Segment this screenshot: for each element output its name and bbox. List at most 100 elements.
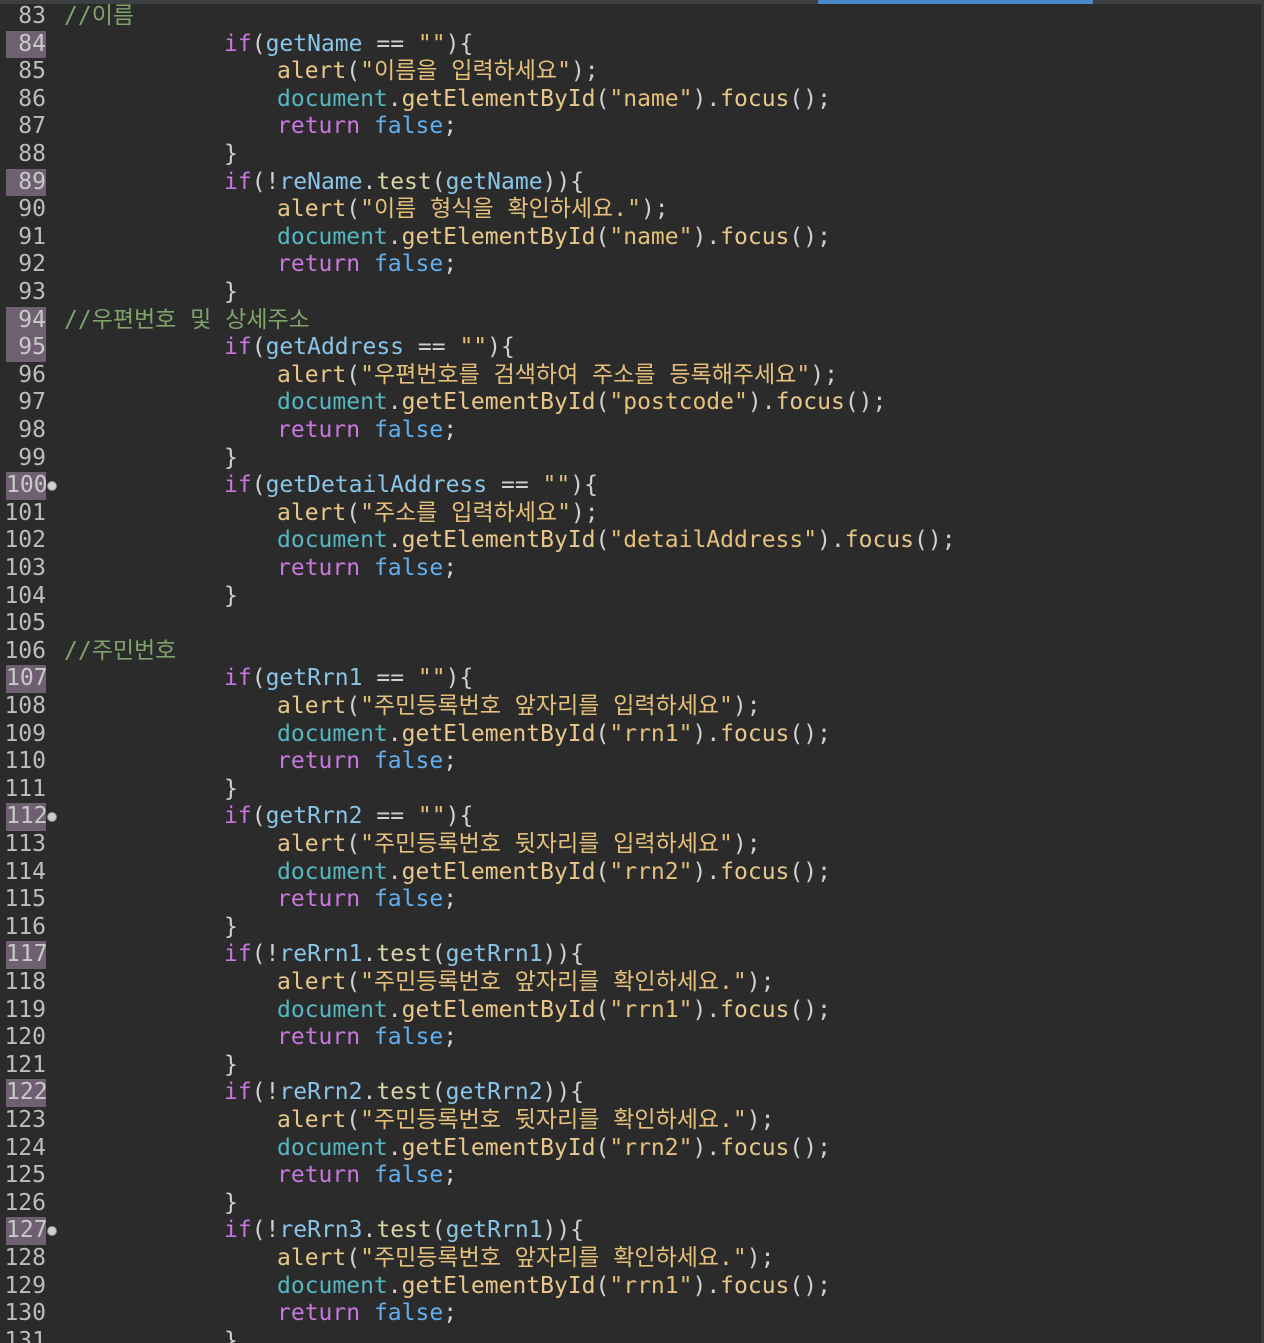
line-number-gutter[interactable]: 83 <box>0 3 46 31</box>
code-line[interactable]: 122 if(!reRrn2.test(getRrn2)){ <box>0 1079 1264 1107</box>
code-line[interactable]: 86 document.getElementById("name").focus(… <box>0 86 1264 114</box>
line-number-gutter[interactable]: 130 <box>0 1300 46 1328</box>
code-line[interactable]: 117 if(!reRrn1.test(getRrn1)){ <box>0 941 1264 969</box>
code-line[interactable]: 102 document.getElementById("detailAddres… <box>0 527 1264 555</box>
line-number-gutter[interactable]: 126 <box>0 1190 46 1218</box>
code-line[interactable]: 107 if(getRrn1 == ""){ <box>0 665 1264 693</box>
line-number-gutter[interactable]: 101 <box>0 500 46 528</box>
line-number-gutter[interactable]: 84 <box>0 30 46 59</box>
code-line[interactable]: 110 return false; <box>0 748 1264 776</box>
line-number-gutter[interactable]: 92 <box>0 251 46 279</box>
line-number-gutter[interactable]: 90 <box>0 196 46 224</box>
line-number-gutter[interactable]: 131 <box>0 1328 46 1343</box>
line-number-gutter[interactable]: 127 <box>0 1217 48 1245</box>
line-number-gutter[interactable]: 129 <box>0 1273 46 1301</box>
code-line[interactable]: 130 return false; <box>0 1300 1264 1328</box>
code-line[interactable]: 116} <box>0 914 1264 942</box>
line-number-gutter[interactable]: 115 <box>0 886 46 914</box>
code-line[interactable]: 85 alert("이름을 입력하세요"); <box>0 58 1264 86</box>
code-line[interactable]: 129 document.getElementById("rrn1").focus… <box>0 1273 1264 1301</box>
line-number-gutter[interactable]: 87 <box>0 113 46 141</box>
code-line[interactable]: 118 alert("주민등록번호 앞자리를 확인하세요."); <box>0 969 1264 997</box>
code-line[interactable]: 84 if(getName == ""){ <box>0 30 1264 59</box>
line-number-gutter[interactable]: 102 <box>0 527 46 555</box>
code-line[interactable]: 101 alert("주소를 입력하세요"); <box>0 500 1264 528</box>
line-number-gutter[interactable]: 124 <box>0 1135 46 1163</box>
line-number-gutter[interactable]: 88 <box>0 141 46 169</box>
code-line[interactable]: 94 //우편번호 및 상세주소 <box>0 306 1264 335</box>
line-number-gutter[interactable]: 111 <box>0 776 46 804</box>
code-line[interactable]: 104} <box>0 583 1264 611</box>
line-number-gutter[interactable]: 123 <box>0 1107 46 1135</box>
code-line[interactable]: 120 return false; <box>0 1024 1264 1052</box>
line-number-gutter[interactable]: 106 <box>0 638 46 666</box>
line-number-gutter[interactable]: 128 <box>0 1245 46 1273</box>
code-line[interactable]: 93} <box>0 279 1264 307</box>
line-number-gutter[interactable]: 97 <box>0 389 46 417</box>
line-number-gutter[interactable]: 93 <box>0 279 46 307</box>
line-number-gutter[interactable]: 94 <box>0 306 46 335</box>
line-number-gutter[interactable]: 118 <box>0 969 46 997</box>
line-number-gutter[interactable]: 121 <box>0 1052 46 1080</box>
code-editor[interactable]: 83//이름 84 if(getName == ""){85 alert("이름을 입… <box>0 0 1264 1343</box>
code-line[interactable]: 124 document.getElementById("rrn2").focus… <box>0 1135 1264 1163</box>
breakpoint-marker-icon[interactable] <box>47 1226 57 1237</box>
code-line[interactable]: 103 return false; <box>0 555 1264 583</box>
line-number-gutter[interactable]: 85 <box>0 58 46 86</box>
line-number-gutter[interactable]: 109 <box>0 721 46 749</box>
code-line[interactable]: 108 alert("주민등록번호 앞자리를 입력하세요"); <box>0 693 1264 721</box>
code-line[interactable]: 87 return false; <box>0 113 1264 141</box>
code-line[interactable]: 111} <box>0 776 1264 804</box>
code-line[interactable]: 88} <box>0 141 1264 169</box>
code-line[interactable]: 115 return false; <box>0 886 1264 914</box>
code-line[interactable]: 92 return false; <box>0 251 1264 279</box>
line-number-gutter[interactable]: 104 <box>0 583 46 611</box>
breakpoint-marker-icon[interactable] <box>47 812 57 823</box>
line-number-gutter[interactable]: 105 <box>0 610 46 638</box>
line-number-gutter[interactable]: 122 <box>0 1079 48 1107</box>
line-number-gutter[interactable]: 119 <box>0 997 46 1025</box>
code-line[interactable]: 128 alert("주민등록번호 앞자리를 확인하세요."); <box>0 1245 1264 1273</box>
line-number-gutter[interactable]: 114 <box>0 859 46 887</box>
line-number-gutter[interactable]: 112 <box>0 803 48 831</box>
code-line[interactable]: 114 document.getElementById("rrn2").focus… <box>0 859 1264 887</box>
code-line[interactable]: 119 document.getElementById("rrn1").focus… <box>0 997 1264 1025</box>
code-line[interactable]: 105 <box>0 610 1264 638</box>
code-line[interactable]: 83 //이름 <box>0 3 1264 31</box>
code-line[interactable]: 109 document.getElementById("rrn1").focus… <box>0 721 1264 749</box>
code-line[interactable]: 131} <box>0 1328 1264 1343</box>
line-number-gutter[interactable]: 95 <box>0 334 46 362</box>
code-line[interactable]: 113 alert("주민등록번호 뒷자리를 입력하세요"); <box>0 831 1264 859</box>
code-line[interactable]: 112 if(getRrn2 == ""){ <box>0 803 1264 831</box>
code-line[interactable]: 106 //주민번호 <box>0 638 1264 666</box>
breakpoint-marker-icon[interactable] <box>47 481 57 492</box>
code-line[interactable]: 126} <box>0 1190 1264 1218</box>
line-number-gutter[interactable]: 98 <box>0 417 46 445</box>
code-line[interactable]: 127 if(!reRrn3.test(getRrn1)){ <box>0 1217 1264 1245</box>
line-number-gutter[interactable]: 96 <box>0 362 46 390</box>
line-number-gutter[interactable]: 100 <box>0 472 48 500</box>
line-number-gutter[interactable]: 120 <box>0 1024 46 1052</box>
line-number-gutter[interactable]: 107 <box>0 665 48 693</box>
line-number-gutter[interactable]: 99 <box>0 445 46 473</box>
code-line[interactable]: 100 if(getDetailAddress == ""){ <box>0 472 1264 500</box>
line-number-gutter[interactable]: 116 <box>0 914 46 942</box>
code-line[interactable]: 121} <box>0 1052 1264 1080</box>
line-number-gutter[interactable]: 125 <box>0 1162 46 1190</box>
code-line[interactable]: 91 document.getElementById("name").focus(… <box>0 224 1264 252</box>
code-line[interactable]: 89 if(!reName.test(getName)){ <box>0 168 1264 197</box>
line-number-gutter[interactable]: 110 <box>0 748 46 776</box>
line-number-gutter[interactable]: 108 <box>0 693 46 721</box>
line-number-gutter[interactable]: 89 <box>0 168 46 197</box>
code-line[interactable]: 125 return false; <box>0 1162 1264 1190</box>
code-line[interactable]: 99} <box>0 445 1264 473</box>
code-line[interactable]: 123 alert("주민등록번호 뒷자리를 확인하세요."); <box>0 1107 1264 1135</box>
code-line[interactable]: 96 alert("우편번호를 검색하여 주소를 등록해주세요"); <box>0 362 1264 390</box>
line-number-gutter[interactable]: 86 <box>0 86 46 114</box>
code-line[interactable]: 97 document.getElementById("postcode").fo… <box>0 389 1264 417</box>
line-number-gutter[interactable]: 117 <box>0 941 48 969</box>
code-line[interactable]: 90 alert("이름 형식을 확인하세요."); <box>0 196 1264 224</box>
line-number-gutter[interactable]: 113 <box>0 831 46 859</box>
code-line[interactable]: 95 if(getAddress == ""){ <box>0 334 1264 362</box>
code-line[interactable]: 98 return false; <box>0 417 1264 445</box>
